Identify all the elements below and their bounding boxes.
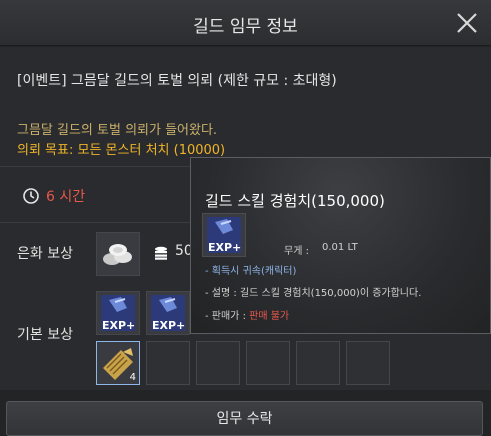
reward-slot-empty[interactable] (146, 341, 190, 385)
coin-stack-icon (155, 246, 167, 260)
tooltip-description: - 설명 : 길드 스킬 경험치(150,000)이 증가합니다. (205, 288, 422, 299)
tooltip-weight-label: 무게 : (284, 246, 309, 257)
quest-title: [이벤트] 그믐달 길드의 토벌 의뢰 (제한 규모 : 초대형) (17, 73, 337, 89)
reward-slot-empty[interactable] (196, 341, 240, 385)
item-tooltip: 길드 스킬 경험치(150,000) EXP+ 무게 : 0.01 LT - 획… (190, 157, 491, 334)
quest-goal: 의뢰 목표: 모든 몬스터 처치 (10000) (17, 139, 225, 158)
accept-quest-button[interactable]: 임무 수락 (6, 401, 483, 436)
window-titlebar: 길드 임무 정보 (0, 0, 491, 46)
exp-scroll-icon: EXP+ (101, 295, 135, 332)
reward-slot-exp[interactable]: EXP+ (96, 291, 140, 335)
tooltip-price-value: 판매 불가 (249, 311, 290, 322)
close-icon[interactable] (455, 11, 479, 35)
exp-scroll-icon: EXP+ (207, 217, 241, 254)
svg-text:EXP+: EXP+ (208, 241, 241, 254)
svg-text:EXP+: EXP+ (102, 319, 135, 332)
reward-slot-empty[interactable] (296, 341, 340, 385)
tooltip-bind-info: - 획득시 귀속(캐릭터) (205, 266, 297, 277)
reward-slot-empty[interactable] (346, 341, 390, 385)
tooltip-weight-value: 0.01 LT (322, 242, 358, 253)
item-count: 4 (129, 372, 136, 383)
time-limit: 6 시간 (22, 186, 85, 206)
time-limit-value: 6 시간 (46, 189, 86, 205)
reward-slot-empty[interactable] (246, 341, 290, 385)
clock-icon (23, 188, 39, 204)
tooltip-item-name: 길드 스킬 경험치(150,000) (205, 192, 385, 210)
tooltip-item-icon: EXP+ (202, 213, 246, 257)
silver-coins-icon (103, 244, 132, 265)
tooltip-price-label: - 판매가 : (205, 311, 246, 322)
basic-reward-label: 기본 보상 (17, 327, 73, 343)
quest-goal-label: 의뢰 목표: (17, 143, 74, 158)
reward-slot-document[interactable]: 4 (96, 341, 140, 385)
quest-description: 그믐달 길드의 토벌 의뢰가 들어왔다. (17, 123, 218, 138)
window-title: 길드 임무 정보 (193, 17, 298, 37)
reward-slot-exp[interactable]: EXP+ (146, 291, 190, 335)
svg-text:EXP+: EXP+ (152, 319, 185, 332)
tooltip-price: - 판매가 : 판매 불가 (205, 307, 289, 322)
silver-reward-slot[interactable] (96, 232, 140, 276)
silver-reward-label: 은화 보상 (17, 246, 73, 262)
quest-goal-value: 모든 몬스터 처치 (10000) (77, 143, 226, 158)
exp-scroll-icon: EXP+ (151, 295, 185, 332)
